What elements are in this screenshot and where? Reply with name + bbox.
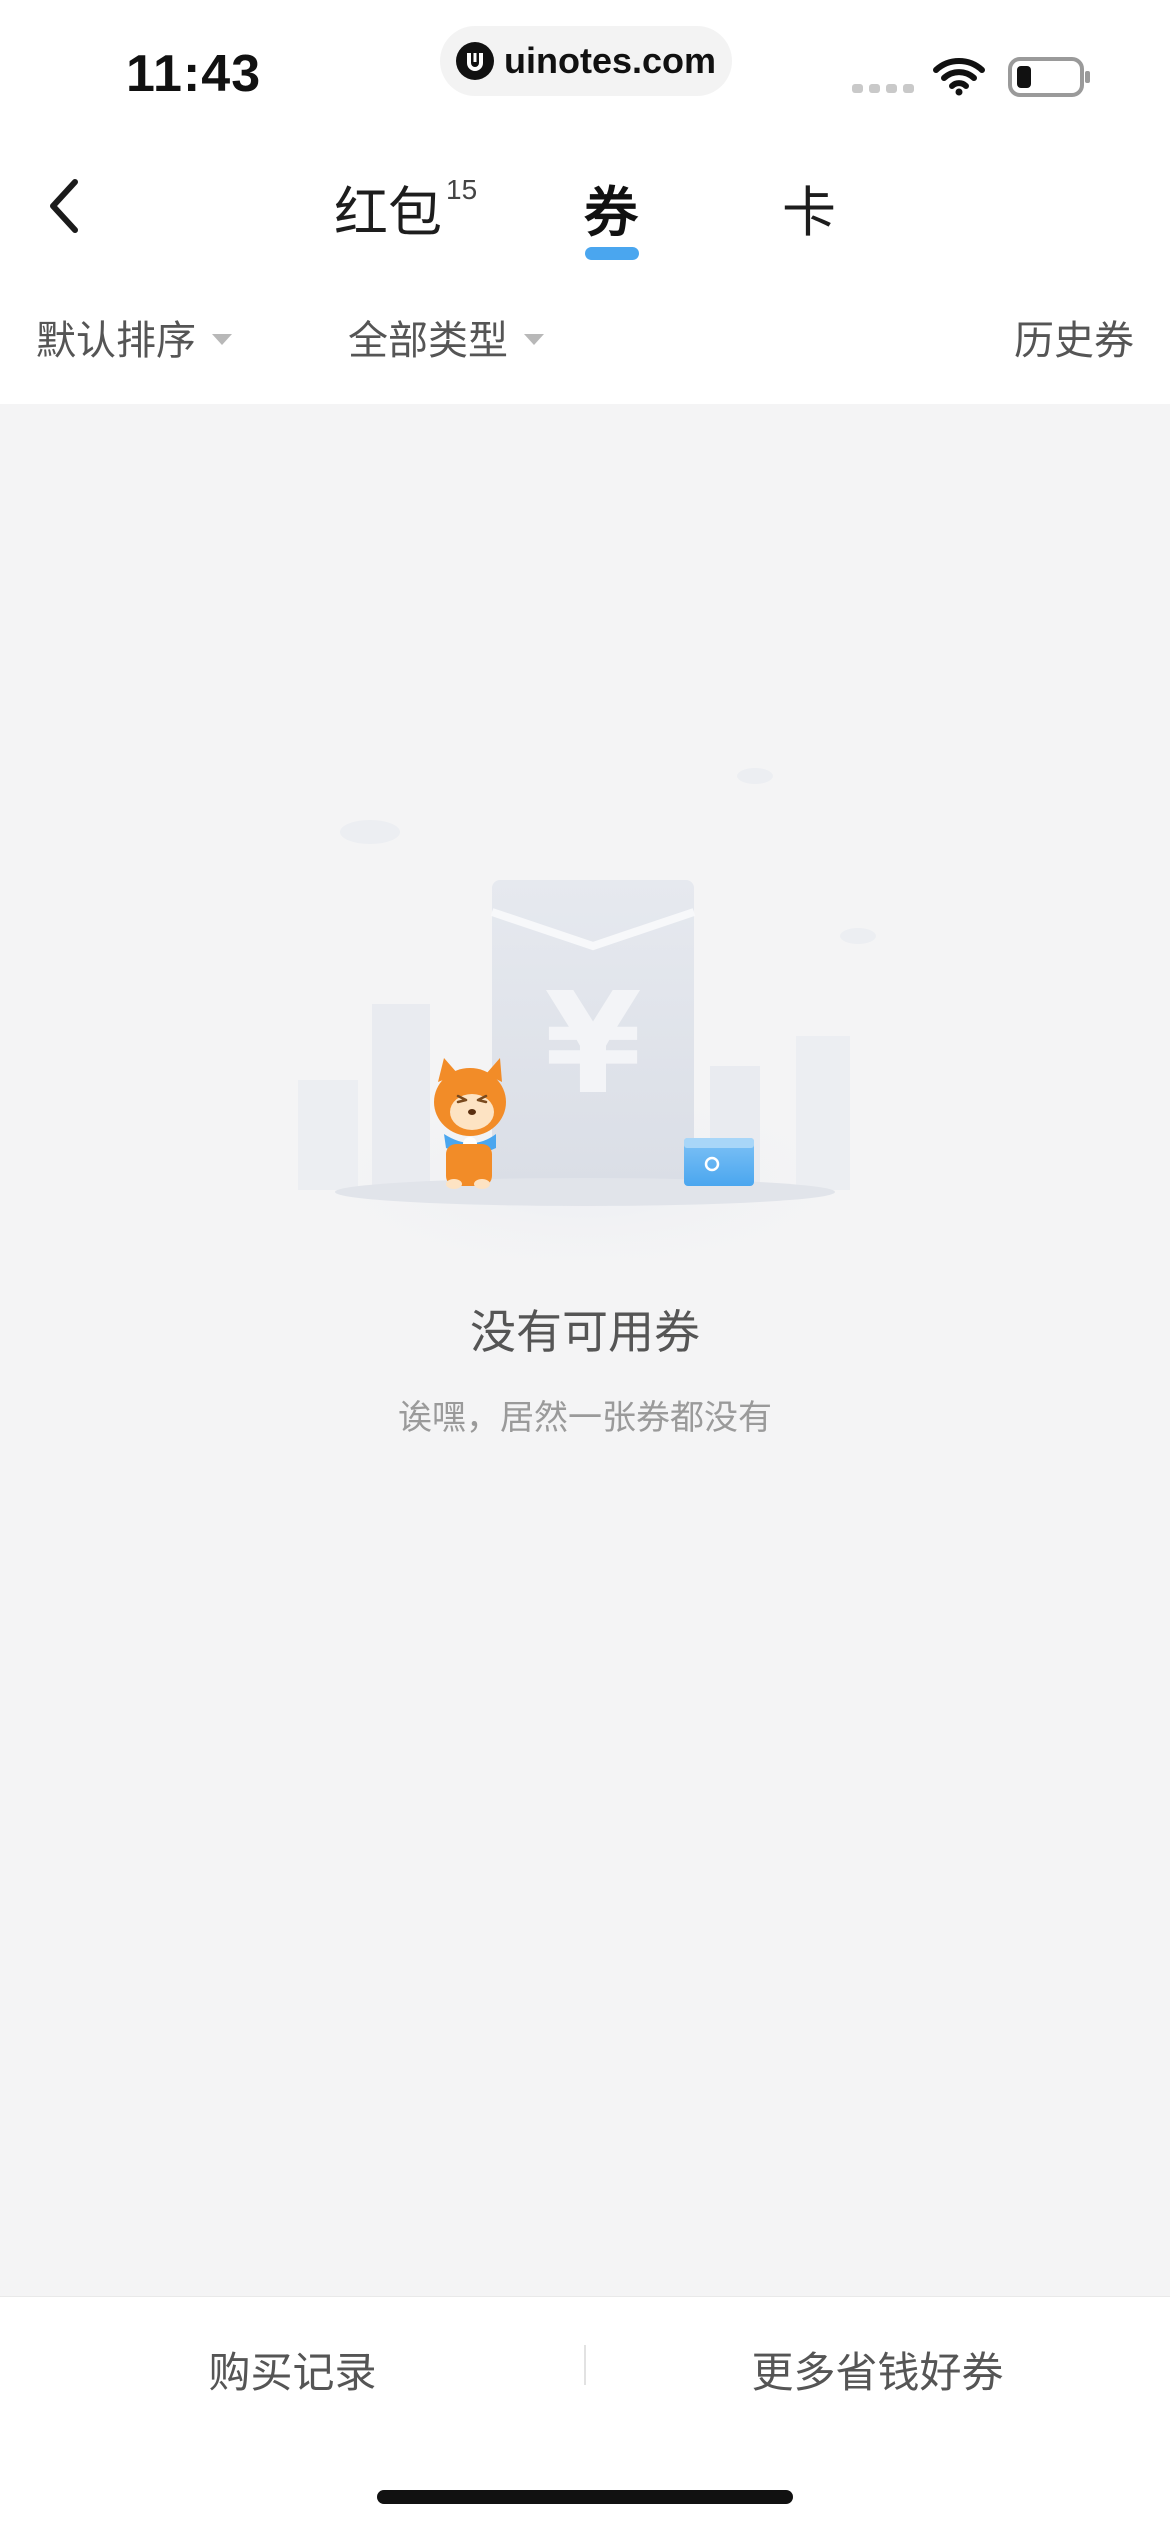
battery-icon: [1008, 57, 1090, 97]
tab-red-packet-label: 红包: [334, 181, 442, 244]
empty-state-subtitle: 诶嘿，居然一张券都没有: [398, 1398, 772, 1438]
red-packet-count-badge: 15: [446, 174, 478, 205]
signal-icon: [852, 84, 914, 93]
wifi-icon: [933, 58, 985, 96]
tab-red-packet[interactable]: 红包 15: [334, 168, 477, 247]
purchase-history-button[interactable]: 购买记录: [0, 2339, 585, 2400]
empty-coupon-illustration: ¥: [265, 768, 905, 1280]
url-pill[interactable]: uinotes.com: [440, 26, 732, 96]
empty-state-title: 没有可用券: [470, 1305, 700, 1359]
caret-down-icon: [524, 333, 544, 345]
sort-dropdown[interactable]: 默认排序: [36, 308, 232, 366]
caret-down-icon: [212, 333, 232, 345]
site-logo-icon: [455, 42, 494, 80]
svg-text:¥: ¥: [544, 963, 641, 1126]
back-button[interactable]: [34, 170, 94, 242]
chevron-left-icon: [50, 179, 78, 233]
type-dropdown[interactable]: 全部类型: [348, 308, 544, 366]
home-indicator[interactable]: [377, 2490, 793, 2504]
history-coupons-link[interactable]: 历史券: [1014, 308, 1134, 366]
tab-card[interactable]: 卡: [782, 168, 836, 247]
active-tab-indicator: [585, 247, 639, 260]
status-time: 11:43: [126, 45, 262, 103]
tab-coupon-label: 券: [584, 181, 638, 244]
type-dropdown-label: 全部类型: [348, 318, 508, 364]
more-coupons-button[interactable]: 更多省钱好券: [585, 2339, 1170, 2400]
sort-dropdown-label: 默认排序: [36, 318, 196, 364]
tab-coupon[interactable]: 券: [584, 168, 638, 247]
url-text: uinotes.com: [503, 40, 717, 81]
tab-card-label: 卡: [782, 181, 836, 244]
